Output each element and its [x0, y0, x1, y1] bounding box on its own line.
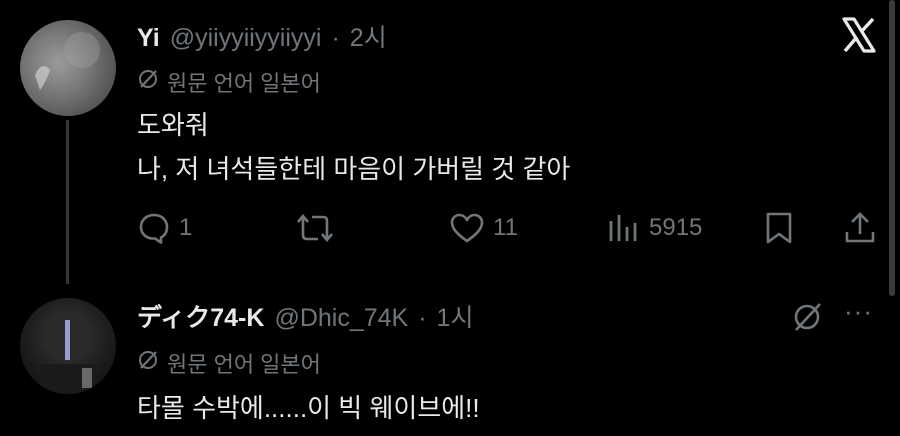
translation-note-2[interactable]: 원문 언어 일본어: [137, 347, 321, 379]
reply-icon: [139, 213, 169, 244]
scrollbar[interactable]: [889, 0, 895, 296]
repost-button[interactable]: [296, 211, 342, 245]
more-options-button[interactable]: ···: [844, 296, 873, 327]
user-handle-2[interactable]: @Dhic_74K: [274, 304, 408, 333]
post-time-2[interactable]: 1시: [437, 298, 474, 334]
no-translate-icon: [137, 349, 159, 377]
avatar-yi-image: [35, 32, 100, 90]
post-header: Yi @yiiyyiiyyiiyyi · 2시: [137, 18, 387, 54]
avatar-dhic[interactable]: [20, 298, 116, 394]
avatar-yi[interactable]: [20, 20, 116, 116]
post-time[interactable]: 2시: [350, 18, 387, 54]
share-icon: [845, 212, 875, 243]
reply-count: 1: [179, 214, 193, 241]
post-text-line-2: 나, 저 녀석들한테 마음이 가버릴 것 같아: [137, 154, 571, 184]
translation-label: 원문 언어 일본어: [167, 71, 321, 96]
bookmark-button[interactable]: [763, 211, 795, 250]
post-text-2: 타몰 수박에......이 빅 웨이브에!!: [137, 393, 480, 423]
avatar-dhic-image: [40, 316, 96, 394]
x-logo-icon[interactable]: [838, 14, 880, 61]
heart-icon: [450, 213, 484, 243]
like-button[interactable]: 11: [449, 211, 518, 245]
reply-button[interactable]: 1: [137, 211, 192, 245]
views-chart-icon: [609, 215, 637, 241]
grok-icon[interactable]: [790, 300, 824, 339]
views-count: 5915: [649, 214, 703, 241]
separator-dot-2: ·: [418, 304, 427, 332]
like-count: 11: [493, 214, 518, 241]
display-name[interactable]: Yi: [137, 24, 160, 53]
share-button[interactable]: [843, 210, 877, 251]
repost-icon: [297, 213, 333, 243]
user-handle[interactable]: @yiiyyiiyyiiyyi: [170, 24, 322, 53]
translation-note[interactable]: 원문 언어 일본어: [137, 66, 321, 98]
post-header-2: ディク74-K @Dhic_74K · 1시: [137, 298, 473, 334]
translation-label-2: 원문 언어 일본어: [167, 352, 321, 377]
no-translate-icon: [137, 68, 159, 96]
views-button[interactable]: 5915: [607, 211, 702, 245]
display-name-2[interactable]: ディク74-K: [137, 298, 264, 334]
post-text-line-1: 도와줘: [137, 110, 209, 140]
separator-dot: ·: [331, 24, 340, 52]
bookmark-icon: [766, 212, 792, 244]
thread-connector-line: [66, 120, 69, 284]
